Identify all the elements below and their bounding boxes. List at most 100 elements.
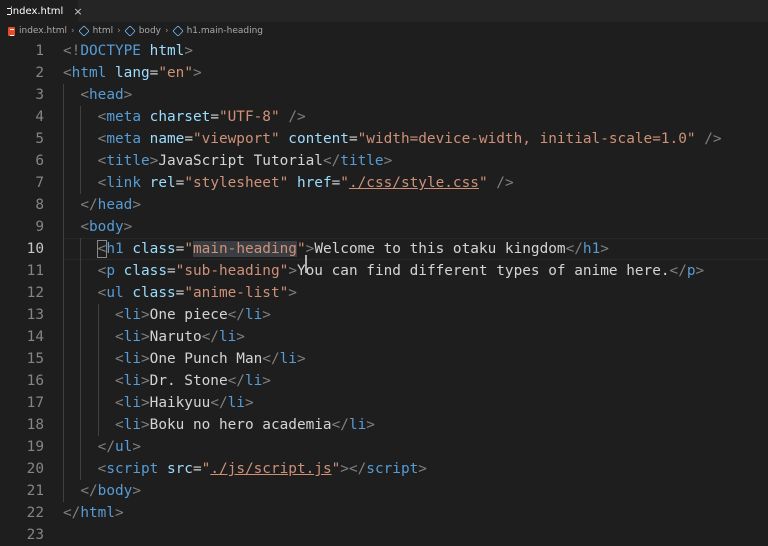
- code-token: >: [123, 219, 133, 235]
- code-line[interactable]: 5 <meta name="viewport" content="width=de…: [0, 128, 768, 150]
- code-text: <li>One Punch Man</li>: [115, 348, 306, 370]
- line-number: 14: [26, 329, 44, 345]
- code-token: >: [418, 461, 427, 477]
- code-line[interactable]: 13 <li>One piece</li>: [0, 304, 768, 326]
- indent-guide: [80, 326, 82, 348]
- code-token: =: [184, 131, 193, 147]
- code-text: </head>: [80, 194, 141, 216]
- code-line[interactable]: 7 <link rel="stylesheet" href="./css/styl…: [0, 172, 768, 194]
- code-line[interactable]: 16 <li>Dr. Stone</li>: [0, 370, 768, 392]
- code-line[interactable]: 11 <p class="sub-heading">You can find di…: [0, 260, 768, 282]
- code-line[interactable]: 4 <meta charset="UTF-8" />: [0, 106, 768, 128]
- code-token: meta: [106, 109, 141, 125]
- code-line[interactable]: 18 <li>Boku no hero academia</li>: [0, 414, 768, 436]
- code-token: </: [80, 197, 98, 213]
- code-token: >: [184, 43, 193, 59]
- code-line[interactable]: 17 <li>Haikyuu</li>: [0, 392, 768, 414]
- indent-guide: [63, 216, 64, 238]
- code-token: >: [140, 351, 150, 367]
- code-line[interactable]: 22 </html>: [0, 502, 768, 524]
- indent-guide: [63, 348, 64, 370]
- code-token: script: [106, 461, 159, 477]
- indent-guide: [63, 480, 64, 502]
- code-token: =: [167, 263, 176, 279]
- code-token: >: [288, 285, 297, 301]
- close-icon[interactable]: ×: [73, 5, 82, 18]
- indent-guide: [80, 172, 82, 194]
- code-token: >: [383, 153, 393, 169]
- code-token: >: [236, 329, 245, 345]
- code-token: =: [331, 175, 341, 191]
- code-line[interactable]: 15 <li>One Punch Man</li>: [0, 348, 768, 370]
- code-token: >: [262, 373, 271, 389]
- code-line[interactable]: 23: [0, 524, 768, 546]
- line-number: 7: [35, 175, 44, 191]
- line-number: 15: [26, 351, 44, 367]
- indent-guide: [97, 392, 99, 414]
- code-token: </: [80, 483, 98, 499]
- code-token: >: [695, 263, 705, 279]
- code-token: <: [63, 65, 72, 81]
- code-line[interactable]: 3 <head>: [0, 84, 768, 106]
- code-token: >: [140, 395, 150, 411]
- code-token: </: [262, 351, 280, 367]
- code-token: >: [296, 351, 306, 367]
- indent-guide: [97, 370, 99, 392]
- code-token: One Punch Man: [149, 351, 263, 367]
- code-token: </: [669, 263, 687, 279]
- indent-guide: [63, 282, 64, 304]
- code-token: >: [244, 395, 254, 411]
- code-token: </: [227, 373, 245, 389]
- code-token: Naruto: [149, 329, 202, 345]
- code-line[interactable]: 1 <!DOCTYPE html>: [0, 40, 768, 62]
- code-line[interactable]: 2 <html lang="en">: [0, 62, 768, 84]
- line-number: 9: [35, 219, 44, 235]
- breadcrumb-body[interactable]: body: [139, 26, 161, 36]
- breadcrumb-h1[interactable]: h1.main-heading: [187, 26, 263, 36]
- tab-index-html[interactable]: index.html ×: [0, 0, 83, 22]
- code-text: <body>: [80, 216, 132, 238]
- code-line[interactable]: 14 <li>Naruto</li>: [0, 326, 768, 348]
- code-editor[interactable]: 1 <!DOCTYPE html> 2 <html lang="en"> 3 <head>…: [0, 40, 768, 543]
- indent-guide: [80, 370, 82, 392]
- code-text: <!DOCTYPE html>: [63, 40, 193, 62]
- code-line[interactable]: 19 </ul>: [0, 436, 768, 458]
- code-line[interactable]: 8 </head>: [0, 194, 768, 216]
- code-line[interactable]: 12 <ul class="anime-list">: [0, 282, 768, 304]
- code-text: </ul>: [98, 436, 141, 458]
- line-number: 18: [26, 417, 44, 433]
- code-line[interactable]: 9 <body>: [0, 216, 768, 238]
- code-token: li: [227, 395, 245, 411]
- code-text: <head>: [80, 84, 132, 106]
- line-number: 16: [26, 373, 44, 389]
- code-line[interactable]: 6 <title>JavaScript Tutorial</title>: [0, 150, 768, 172]
- code-token: <: [114, 351, 124, 367]
- code-token: </: [201, 329, 219, 345]
- code-line[interactable]: 21 </body>: [0, 480, 768, 502]
- line-number: 6: [35, 153, 44, 169]
- code-token: =: [210, 109, 219, 125]
- code-token: ./js/script.js: [210, 461, 332, 477]
- line-number: 17: [26, 395, 44, 411]
- line-number: 10: [26, 241, 44, 257]
- code-token: h1: [106, 241, 124, 257]
- indent-guide: [63, 150, 64, 172]
- code-text: <li>One piece</li>: [115, 304, 271, 326]
- code-line[interactable]: 20 <script src="./js/script.js"></script>: [0, 458, 768, 480]
- code-token: "stylesheet": [184, 175, 289, 191]
- code-text: <script src="./js/script.js"></script>: [98, 458, 427, 480]
- code-token: Boku no hero academia: [149, 417, 332, 433]
- code-token: "sub-heading": [175, 263, 289, 279]
- code-token: >: [114, 505, 124, 521]
- code-token: <!: [63, 43, 81, 59]
- code-token: >: [366, 417, 375, 433]
- code-line[interactable]: 10 <h1 class="main-heading" >Welcome to th…: [0, 238, 768, 273]
- breadcrumb-file[interactable]: index.html: [19, 26, 67, 36]
- code-token: ./css/style.css: [348, 175, 479, 191]
- breadcrumb-html[interactable]: html: [93, 26, 114, 36]
- tab-label: index.html: [10, 5, 64, 17]
- tab-bar: index.html ×: [0, 0, 768, 22]
